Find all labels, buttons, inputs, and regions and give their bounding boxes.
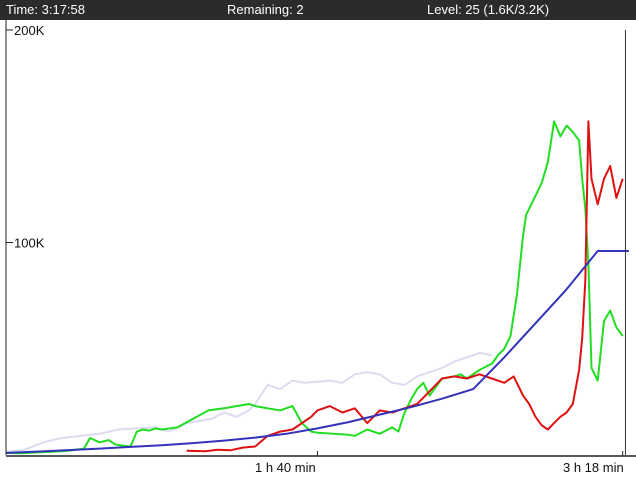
series-line-red: [186, 120, 624, 453]
x-tick-label: 1 h 40 min: [255, 460, 316, 475]
x-tick-label: 3 h 18 min: [563, 460, 624, 475]
series-line-blue: [5, 250, 629, 454]
y-tick-label: 100K: [14, 236, 45, 251]
series-layer: [5, 120, 629, 455]
level-indicator: Level: 25 (1.6K/3.2K): [427, 2, 550, 17]
elapsed-time: Time: 3:17:58: [6, 2, 86, 17]
progress-chart: 200K 100K: [5, 20, 636, 457]
axis-layer: [5, 20, 636, 457]
x-axis-labels: 1 h 40 min 3 h 18 min: [0, 458, 636, 480]
series-line-green: [5, 120, 624, 455]
remaining-count: Remaining: 2: [227, 2, 304, 17]
y-tick-layer: 200K 100K: [6, 23, 624, 456]
y-tick-label: 200K: [14, 23, 45, 38]
status-bar: Time: 3:17:58 Remaining: 2 Level: 25 (1.…: [0, 0, 636, 20]
